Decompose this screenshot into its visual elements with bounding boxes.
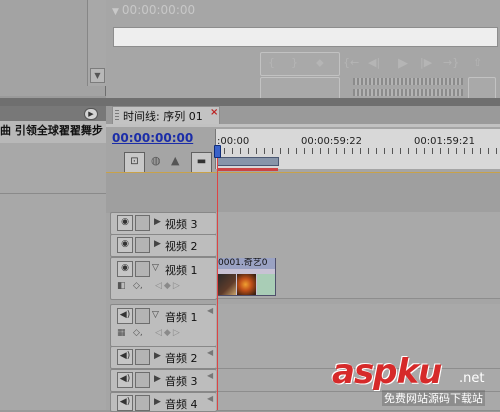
mark-in-button[interactable]: { [268, 56, 275, 69]
scroll-down-arrow-icon[interactable]: ▼ [90, 68, 105, 83]
eye-icon[interactable]: ◉ [117, 215, 133, 231]
track-header-audio-2[interactable]: ◀) ▶ 音频 2 [110, 346, 217, 369]
track-header-audio-3[interactable]: ◀) ▶ 音频 3 [110, 369, 217, 392]
vertical-scrollbar[interactable]: ▼ [87, 0, 106, 86]
track-header-audio-4[interactable]: ◀) ▶ 音频 4 [110, 392, 217, 412]
set-encore-marker-icon[interactable]: ▲ [171, 154, 179, 167]
mark-out-button[interactable]: } [291, 56, 298, 69]
lock-toggle[interactable] [135, 349, 150, 365]
goto-in-button[interactable]: {← [343, 56, 359, 69]
track-name: 视频 1 [165, 264, 198, 277]
track-header-video-2[interactable]: ◉ ▶ 视频 2 [110, 234, 217, 257]
lock-toggle[interactable] [135, 308, 150, 324]
expand-triangle-icon[interactable]: ▶ [154, 374, 161, 384]
track-end-marker-icon: ◀ [207, 348, 214, 357]
track-header-video-3[interactable]: ◉ ▶ 视频 3 [110, 212, 217, 235]
collapse-triangle-icon[interactable]: ▽ [152, 263, 159, 273]
timeline-top-strip [106, 124, 500, 127]
track-header-audio-1[interactable]: ◀) ▽ 音频 1 ▦ ◇, ◁◆▷ [110, 304, 217, 347]
step-back-button[interactable]: ◀| [368, 56, 380, 69]
ruler-label: 00:00:59:22 [301, 136, 363, 147]
program-scrub-bar[interactable] [113, 27, 498, 47]
expand-triangle-icon[interactable]: ▶ [154, 397, 161, 407]
lock-toggle[interactable] [135, 372, 150, 388]
clip-title: 0001.奇艺0 [218, 258, 275, 269]
panel-divider[interactable] [0, 98, 500, 106]
expand-triangle-icon[interactable]: ▼ [112, 7, 119, 17]
project-item-title[interactable]: 曲 引领全球翟翟舞步 [0, 121, 106, 143]
step-forward-button[interactable]: |▶ [420, 56, 432, 69]
collapse-triangle-icon[interactable]: ▽ [152, 310, 159, 320]
lock-toggle[interactable] [135, 395, 150, 411]
track-end-marker-icon: ◀ [207, 394, 214, 403]
display-style-icon[interactable]: ◧ [117, 281, 126, 291]
speaker-icon[interactable]: ◀) [117, 395, 133, 411]
play-button[interactable]: ▶ [398, 56, 408, 71]
ruler-ticks [216, 148, 500, 154]
playhead-line[interactable] [217, 158, 218, 410]
jog-dial[interactable] [353, 89, 463, 96]
eye-icon[interactable]: ◉ [117, 237, 133, 253]
shuttle-slider[interactable] [353, 78, 463, 85]
track-name: 视频 2 [165, 240, 198, 253]
snap-icon[interactable]: ⊡ [124, 152, 145, 173]
track-end-marker-icon: ◀ [207, 306, 214, 315]
keyframe-nav-icons[interactable]: ◁◆▷ [155, 328, 182, 338]
lock-toggle[interactable] [135, 215, 150, 231]
speaker-icon[interactable]: ◀) [117, 308, 133, 324]
project-panel [0, 106, 106, 410]
watermark-tld: .net [459, 371, 485, 386]
project-divider-line [0, 193, 106, 194]
ruler-label: 00:01:59:21 [414, 136, 476, 147]
panel-menu-icon[interactable]: ▶ [84, 108, 98, 120]
goto-out-button[interactable]: →} [443, 56, 459, 69]
playhead-handle[interactable] [214, 145, 221, 158]
timeline-tab-label: 时间线: 序列 01 [123, 110, 203, 123]
eye-icon[interactable]: ◉ [117, 261, 133, 277]
lift-button[interactable]: ⇧ [473, 56, 482, 69]
lock-toggle[interactable] [135, 237, 150, 253]
track-lane-video-3[interactable] [216, 212, 500, 235]
track-name: 视频 3 [165, 218, 198, 231]
track-name: 音频 2 [165, 352, 198, 365]
tab-grip-icon[interactable] [115, 110, 119, 121]
expand-triangle-icon[interactable]: ▶ [154, 239, 161, 249]
set-marker-button[interactable]: ⬥ [316, 56, 324, 70]
track-lane-video-2[interactable] [216, 234, 500, 257]
expand-triangle-icon[interactable]: ▶ [154, 351, 161, 361]
track-header-video-1[interactable]: ◉ ▽ 视频 1 ◧ ◇, ◁◆▷ [110, 257, 217, 300]
zoom-slider-icon[interactable]: ▬ [191, 152, 212, 173]
timeline-timecode[interactable]: 00:00:00:00 [112, 131, 193, 145]
track-name: 音频 1 [165, 311, 198, 324]
program-timecode[interactable]: 00:00:00:00 [122, 3, 195, 17]
work-area-bar[interactable] [217, 157, 279, 166]
program-timecode-row: ▼ 00:00:00:00 [112, 3, 195, 17]
speaker-icon[interactable]: ◀) [117, 372, 133, 388]
track-end-marker-icon: ◀ [207, 371, 214, 380]
close-icon[interactable]: × [210, 107, 218, 118]
ruler-label: :00:00 [217, 136, 250, 147]
keyframe-nav-icons[interactable]: ◁◆▷ [155, 281, 182, 291]
expand-triangle-icon[interactable]: ▶ [154, 217, 161, 227]
clip-thumbnail [257, 274, 275, 295]
track-lane-audio-1[interactable] [216, 304, 500, 347]
waveform-display-icon[interactable]: ▦ [117, 328, 126, 338]
render-bar [217, 168, 278, 171]
keyframe-show-icon[interactable]: ◇, [133, 328, 143, 338]
watermark-logo: aspku [332, 352, 442, 392]
set-unnumbered-marker-icon[interactable]: ◍ [151, 154, 161, 167]
speaker-icon[interactable]: ◀) [117, 349, 133, 365]
clip-thumbnail [237, 274, 256, 295]
playback-controls: { } ⬥ {← ◀| ▶ |▶ →} ⇧ [258, 48, 500, 101]
track-name: 音频 3 [165, 375, 198, 388]
lock-toggle[interactable] [135, 261, 150, 277]
timeline-empty-header [106, 173, 500, 213]
watermark-subtitle: 免费网站源码下载站 [382, 390, 485, 406]
keyframe-show-icon[interactable]: ◇, [133, 281, 143, 291]
clip-thumbnail [218, 274, 236, 295]
